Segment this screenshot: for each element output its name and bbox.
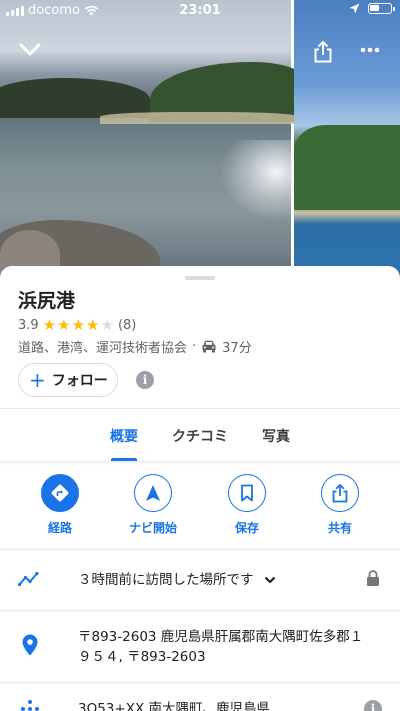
follow-label: フォロー: [51, 373, 108, 389]
star-empty-icon: ★: [100, 316, 114, 334]
save-button[interactable]: 保存: [207, 474, 287, 536]
place-category: 道路、港湾、運河技術者協会: [18, 341, 188, 356]
more-options-button[interactable]: [352, 32, 388, 68]
place-details-sheet: 浜尻港 3.9 ★ ★ ★ ★ ★ (8) 道路、港湾、運河技術者協会 · 37…: [0, 266, 400, 711]
share-button[interactable]: 共有: [300, 474, 380, 536]
place-meta: 道路、港湾、運河技術者協会 · 37分: [18, 337, 252, 356]
tab-photos[interactable]: 写真: [262, 426, 290, 446]
battery-icon: [368, 3, 395, 14]
collapse-button[interactable]: [12, 32, 48, 68]
action-label: 保存: [234, 521, 259, 535]
lock-icon: [367, 570, 379, 586]
plus-icon: +: [29, 368, 46, 392]
address-line-1: 〒893-2603 鹿児島県肝属郡南大隅町佐多郡１: [78, 629, 364, 645]
divider: [0, 408, 400, 409]
car-icon: [202, 340, 216, 353]
action-label: 経路: [47, 521, 72, 535]
rating-summary[interactable]: 3.9 ★ ★ ★ ★ ★ (8): [18, 316, 136, 334]
star-icon: ★: [71, 316, 86, 334]
place-title: 浜尻港: [18, 290, 76, 312]
address-line-2: ９５４, 〒893-2603: [78, 649, 206, 665]
info-icon[interactable]: i: [364, 700, 382, 711]
location-arrow-icon: [349, 3, 360, 14]
photo-surf: [220, 140, 300, 220]
star-icon: ★: [86, 316, 100, 334]
drive-time: 37分: [222, 341, 252, 356]
tab-overview[interactable]: 概要: [110, 426, 138, 446]
more-horizontal-icon: [360, 47, 380, 53]
chevron-down-icon: [264, 576, 276, 584]
share-icon: [314, 41, 332, 63]
navigation-icon: [146, 485, 160, 501]
rating-value: 3.9: [18, 317, 39, 333]
location-pin-icon: [18, 633, 42, 657]
directions-icon: [51, 484, 69, 502]
info-icon[interactable]: i: [136, 371, 154, 389]
address-row[interactable]: 〒893-2603 鹿児島県肝属郡南大隅町佐多郡１ ９５４, 〒893-2603: [0, 611, 400, 681]
chevron-down-icon: [19, 43, 41, 56]
photo-beach: [100, 112, 300, 124]
sheet-drag-handle[interactable]: [185, 276, 215, 280]
plus-code-text: 3Q53+XX 南大隅町、鹿児島県: [78, 701, 270, 711]
meta-separator: ·: [192, 339, 197, 354]
start-navigation-button[interactable]: ナビ開始: [113, 474, 193, 536]
bookmark-icon: [241, 484, 253, 502]
status-time: 23:01: [179, 3, 221, 18]
action-label: ナビ開始: [128, 521, 177, 535]
review-count: (8): [117, 317, 137, 333]
status-bar: docomo 23:01: [0, 0, 400, 22]
rating-stars: ★ ★ ★ ★ ★: [43, 316, 114, 334]
directions-button[interactable]: 経路: [20, 474, 100, 536]
tab-reviews[interactable]: クチコミ: [172, 426, 228, 446]
tabs-shadow: [0, 461, 400, 465]
photo-hill: [0, 78, 150, 118]
visited-text: ３時間前に訪問した場所です: [78, 572, 254, 588]
share-top-button[interactable]: [305, 34, 341, 70]
share-icon: [332, 483, 348, 502]
timeline-icon: [18, 567, 42, 591]
plus-code-icon: [18, 697, 42, 711]
follow-button[interactable]: + フォロー: [18, 363, 118, 397]
visited-history-row[interactable]: ３時間前に訪問した場所です: [0, 550, 400, 610]
star-icon: ★: [57, 316, 71, 334]
photo-hill: [294, 125, 400, 210]
action-label: 共有: [327, 521, 352, 535]
star-icon: ★: [42, 316, 57, 334]
plus-code-row[interactable]: 3Q53+XX 南大隅町、鹿児島県 i: [0, 683, 400, 711]
